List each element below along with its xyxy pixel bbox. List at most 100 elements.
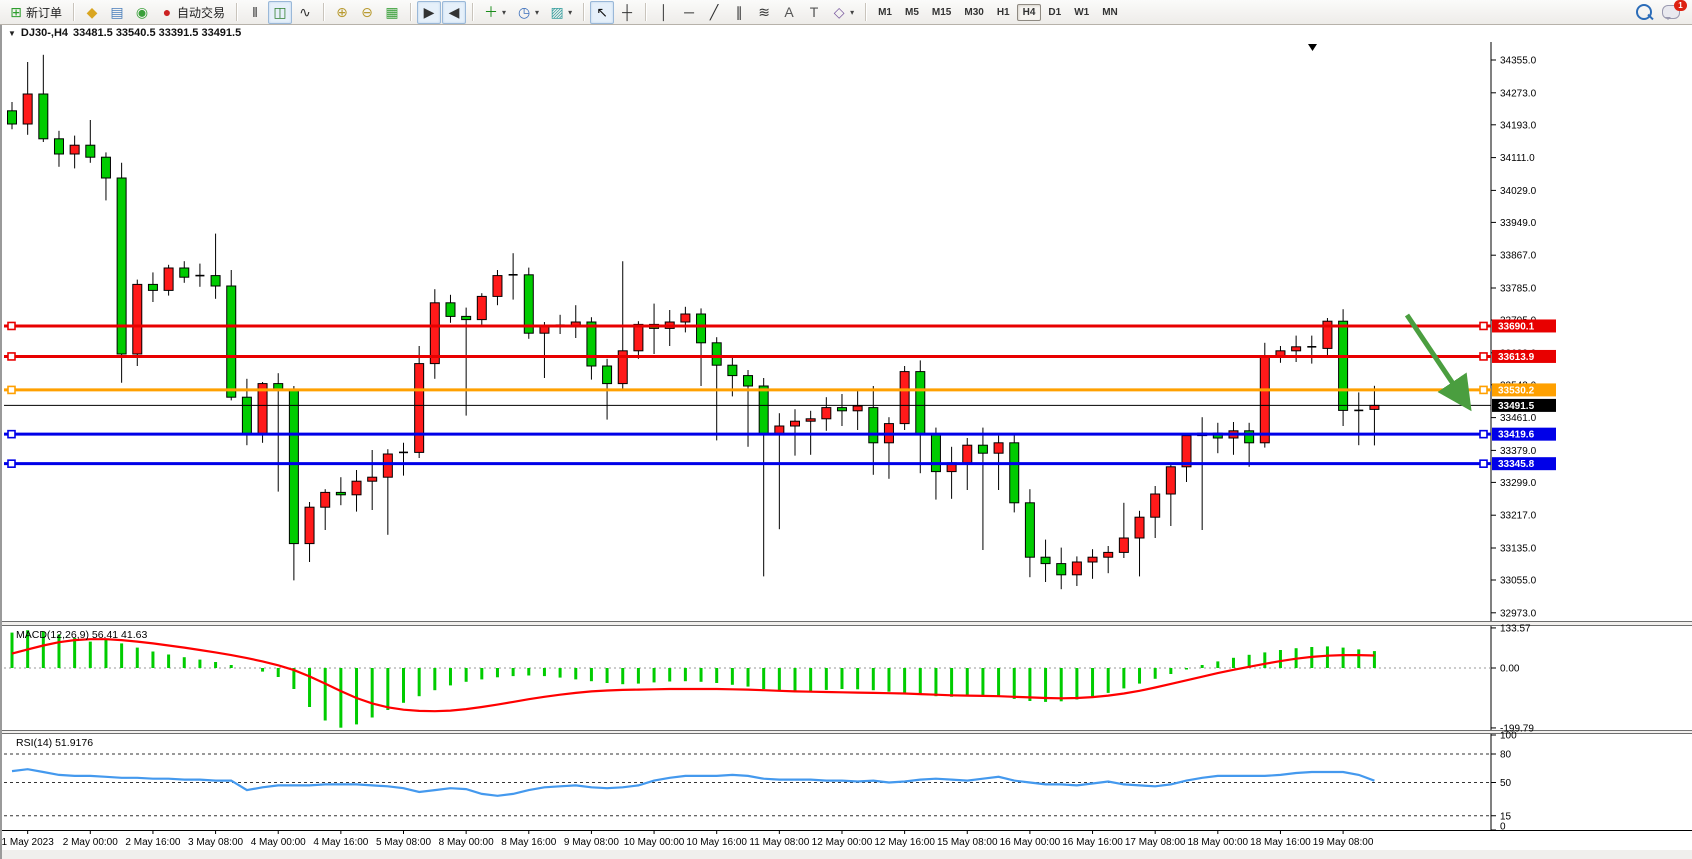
- toolbar-separator: [472, 3, 473, 21]
- trendline-button[interactable]: ╱: [702, 1, 726, 24]
- price-tick-label: 34029.0: [1500, 186, 1537, 197]
- time-tick-label[interactable]: 4 May 16:00: [313, 837, 368, 848]
- timeframe-m1-button[interactable]: M1: [872, 4, 898, 21]
- time-tick-label[interactable]: 1 May 2023: [2, 837, 54, 848]
- chart-window[interactable]: ▼ DJ30-,H4 33481.5 33540.5 33391.5 33491…: [0, 25, 1692, 859]
- time-tick-label[interactable]: 10 May 16:00: [686, 837, 747, 848]
- auto-scroll-button[interactable]: ▶: [417, 1, 441, 24]
- chart-ohlc-values: 33481.5 33540.5 33391.5 33491.5: [73, 27, 241, 39]
- text-icon: A: [782, 5, 796, 19]
- shapes-button[interactable]: ◇▾: [827, 1, 859, 24]
- indicators-button[interactable]: ＋▾: [479, 1, 511, 24]
- time-tick-label[interactable]: 17 May 08:00: [1125, 837, 1186, 848]
- chart-canvas[interactable]: MACD(12,26,9) 56.41 41.63RSI(14) 51.9176…: [2, 41, 1692, 859]
- time-tick-label[interactable]: 18 May 16:00: [1250, 837, 1311, 848]
- candle-body: [133, 284, 142, 354]
- timeframe-m15-button[interactable]: M15: [926, 4, 957, 21]
- chart-shift-button[interactable]: ◀: [442, 1, 466, 24]
- cursor-button[interactable]: ↖: [590, 1, 614, 24]
- timeframe-mn-button[interactable]: MN: [1096, 4, 1124, 21]
- time-tick-label[interactable]: 15 May 08:00: [937, 837, 998, 848]
- timeframe-m5-button[interactable]: M5: [899, 4, 925, 21]
- line-handle[interactable]: [1480, 322, 1487, 329]
- chart-shift-icon: ◀: [447, 5, 461, 19]
- zoom-out-button[interactable]: ⊖: [355, 1, 379, 24]
- new-order-button-label: 新订单: [26, 4, 62, 21]
- chart-dropdown-icon[interactable]: ▼: [8, 29, 16, 38]
- line-handle[interactable]: [8, 353, 15, 360]
- price-tick-label: 32973.0: [1500, 608, 1537, 619]
- line-handle[interactable]: [1480, 460, 1487, 467]
- time-tick-label[interactable]: 10 May 00:00: [624, 837, 685, 848]
- timeframe-d1-button[interactable]: D1: [1042, 4, 1067, 21]
- time-tick-label[interactable]: 8 May 00:00: [439, 837, 494, 848]
- rsi-label: RSI(14) 51.9176: [16, 737, 93, 749]
- time-tick-label[interactable]: 12 May 16:00: [874, 837, 935, 848]
- notification-badge: 1: [1674, 0, 1687, 11]
- time-tick-label[interactable]: 18 May 00:00: [1188, 837, 1249, 848]
- price-tick-label: 33785.0: [1500, 284, 1537, 295]
- time-tick-label[interactable]: 11 May 08:00: [749, 837, 809, 848]
- channel-button[interactable]: ∥: [727, 1, 751, 24]
- time-tick-label[interactable]: 9 May 08:00: [564, 837, 619, 848]
- time-tick-label[interactable]: 4 May 00:00: [251, 837, 306, 848]
- level-price-label: 33613.9: [1498, 352, 1535, 363]
- bar-chart-button[interactable]: ‖: [243, 1, 267, 24]
- text-label-button[interactable]: T: [802, 1, 826, 24]
- line-handle[interactable]: [1480, 386, 1487, 393]
- timeframe-w1-button[interactable]: W1: [1068, 4, 1095, 21]
- main-toolbar: ⊞新订单◆▤◉●自动交易‖◫∿⊕⊖▦▶◀＋▾◷▾▨▾↖┼│─╱∥≋AT◇▾M1M…: [0, 0, 1692, 25]
- fibonacci-button[interactable]: ≋: [752, 1, 776, 24]
- level-price-label: 33690.1: [1498, 321, 1535, 332]
- time-tick-label[interactable]: 19 May 08:00: [1313, 837, 1374, 848]
- chevron-down-icon[interactable]: ▾: [850, 8, 854, 17]
- time-tick-label[interactable]: 5 May 08:00: [376, 837, 431, 848]
- periods-button[interactable]: ◷▾: [512, 1, 544, 24]
- tile-windows-button[interactable]: ▦: [380, 1, 404, 24]
- candlestick-chart-button[interactable]: ◫: [268, 1, 292, 24]
- templates-button[interactable]: ▨▾: [545, 1, 577, 24]
- signal-button[interactable]: ◉: [130, 1, 154, 24]
- zoom-in-button[interactable]: ⊕: [330, 1, 354, 24]
- time-tick-label[interactable]: 16 May 16:00: [1062, 837, 1123, 848]
- line-chart-button[interactable]: ∿: [293, 1, 317, 24]
- candle-body: [978, 445, 987, 453]
- price-tick-label: 34355.0: [1500, 56, 1537, 67]
- search-icon[interactable]: [1636, 4, 1652, 20]
- auto-trading-button[interactable]: ●自动交易: [155, 1, 230, 24]
- text-button[interactable]: A: [777, 1, 801, 24]
- timeframe-h1-button[interactable]: H1: [991, 4, 1016, 21]
- line-handle[interactable]: [8, 460, 15, 467]
- chevron-down-icon[interactable]: ▾: [502, 8, 506, 17]
- price-tick-label: 33055.0: [1500, 576, 1537, 587]
- timeframe-h4-button[interactable]: H4: [1017, 4, 1042, 21]
- time-tick-label[interactable]: 12 May 00:00: [812, 837, 873, 848]
- time-tick-label[interactable]: 2 May 00:00: [63, 837, 118, 848]
- line-handle[interactable]: [8, 386, 15, 393]
- shapes-icon: ◇: [832, 5, 846, 19]
- new-order-button[interactable]: ⊞新订单: [4, 1, 67, 24]
- candle-body: [274, 384, 283, 390]
- chevron-down-icon[interactable]: ▾: [568, 8, 572, 17]
- horizontal-line-button[interactable]: ─: [677, 1, 701, 24]
- crosshair-button[interactable]: ┼: [615, 1, 639, 24]
- line-handle[interactable]: [8, 322, 15, 329]
- mt4-application: ⊞新订单◆▤◉●自动交易‖◫∿⊕⊖▦▶◀＋▾◷▾▨▾↖┼│─╱∥≋AT◇▾M1M…: [0, 0, 1692, 859]
- vertical-line-button[interactable]: │: [652, 1, 676, 24]
- chevron-down-icon[interactable]: ▾: [535, 8, 539, 17]
- line-handle[interactable]: [1480, 353, 1487, 360]
- time-tick-label[interactable]: 16 May 00:00: [1000, 837, 1061, 848]
- time-tick-label[interactable]: 3 May 08:00: [188, 837, 243, 848]
- candle-body: [1151, 494, 1160, 517]
- time-tick-label[interactable]: 8 May 16:00: [501, 837, 556, 848]
- time-tick-label[interactable]: 2 May 16:00: [125, 837, 180, 848]
- market-watch-button[interactable]: ◆: [80, 1, 104, 24]
- level-price-label: 33345.8: [1498, 459, 1535, 470]
- line-handle[interactable]: [1480, 431, 1487, 438]
- timeframe-m30-button[interactable]: M30: [958, 4, 989, 21]
- candle-body: [383, 454, 392, 477]
- line-handle[interactable]: [8, 431, 15, 438]
- data-window-button[interactable]: ▤: [105, 1, 129, 24]
- candle-body: [1166, 467, 1175, 494]
- candle-body: [1135, 517, 1144, 538]
